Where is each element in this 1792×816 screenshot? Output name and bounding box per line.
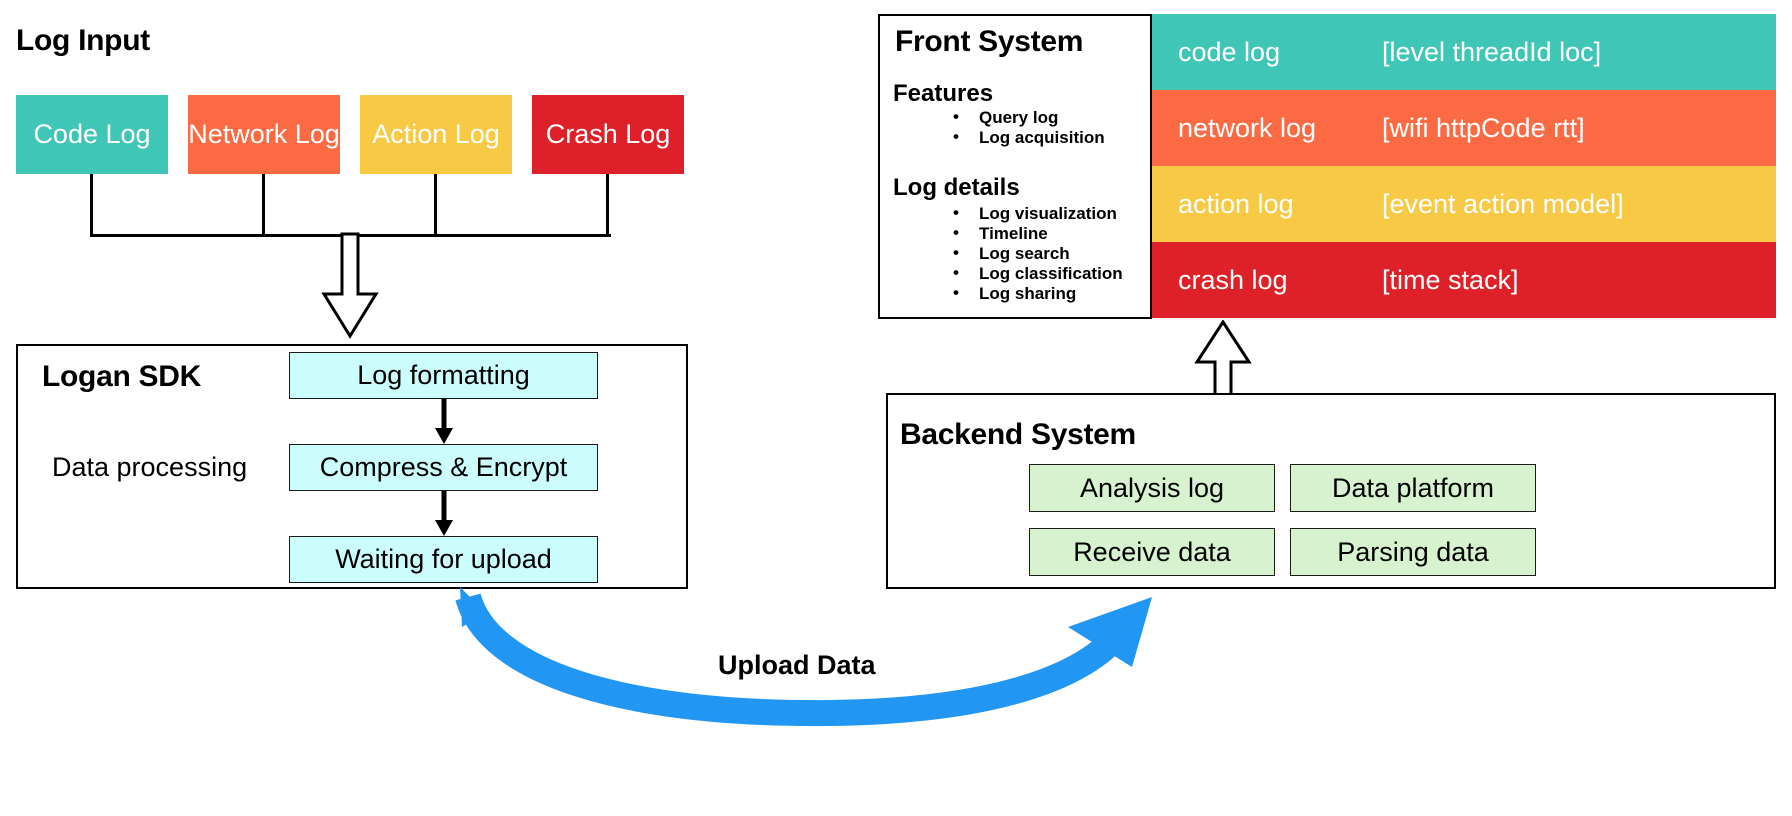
log-input-card-label: Crash Log bbox=[545, 119, 671, 149]
front-system-group-heading-log-details: Log details bbox=[893, 174, 1020, 201]
backend-box-label: Analysis log bbox=[1079, 472, 1225, 503]
log-row-tag: [time stack] bbox=[1382, 264, 1519, 295]
log-row-name: code log bbox=[1178, 36, 1281, 67]
logan-sdk-title: Logan SDK bbox=[42, 360, 201, 393]
backend-system-title: Backend System bbox=[900, 418, 1136, 451]
backend-box-label: Data platform bbox=[1331, 472, 1495, 503]
front-system-title: Front System bbox=[895, 25, 1084, 58]
front-system-log-row-action-log[interactable]: action log [event action model] bbox=[1152, 166, 1776, 242]
log-input-card-label: Action Log bbox=[372, 119, 500, 149]
front-system-log-row-code-log[interactable]: code log [level threadId loc] bbox=[1152, 14, 1776, 90]
log-row-tag: [event action model] bbox=[1382, 188, 1624, 219]
diagram-canvas: Log Input Code Log Network Log Action Lo… bbox=[0, 0, 1792, 816]
connector-line-crash bbox=[606, 174, 609, 236]
logan-step-label: Waiting for upload bbox=[335, 544, 552, 574]
connector-line-action bbox=[434, 174, 437, 236]
arrow-compress-to-waiting bbox=[435, 491, 453, 536]
backend-box-data-platform[interactable]: Data platform bbox=[1290, 464, 1536, 512]
list-item: Log visualization bbox=[953, 203, 1123, 224]
arrow-down-to-logan-sdk bbox=[321, 232, 379, 339]
front-system-log-row-crash-log[interactable]: crash log [time stack] bbox=[1152, 242, 1776, 318]
front-system-features-list: Query log Log acquisition bbox=[953, 107, 1105, 148]
log-input-card-label: Code Log bbox=[33, 119, 151, 149]
front-system-log-details-list: Log visualization Timeline Log search Lo… bbox=[953, 203, 1123, 304]
backend-box-receive-data[interactable]: Receive data bbox=[1029, 528, 1275, 576]
backend-box-analysis-log[interactable]: Analysis log bbox=[1029, 464, 1275, 512]
log-row-tag: [wifi httpCode rtt] bbox=[1382, 112, 1585, 143]
log-row-name: crash log bbox=[1178, 264, 1288, 295]
log-input-card-label: Network Log bbox=[188, 119, 340, 149]
list-item: Query log bbox=[953, 107, 1105, 128]
logan-step-label: Compress & Encrypt bbox=[319, 452, 568, 482]
backend-box-label: Receive data bbox=[1073, 536, 1231, 567]
logan-step-compress-encrypt[interactable]: Compress & Encrypt bbox=[289, 444, 598, 491]
log-input-card-action-log[interactable]: Action Log bbox=[360, 95, 512, 174]
connector-line-network bbox=[262, 174, 265, 236]
log-input-card-crash-log[interactable]: Crash Log bbox=[532, 95, 684, 174]
list-item: Log sharing bbox=[953, 283, 1123, 304]
log-row-name: action log bbox=[1178, 188, 1294, 219]
list-item: Log acquisition bbox=[953, 127, 1105, 148]
upload-data-label: Upload Data bbox=[718, 650, 876, 680]
logan-step-log-formatting[interactable]: Log formatting bbox=[289, 352, 598, 399]
backend-box-parsing-data[interactable]: Parsing data bbox=[1290, 528, 1536, 576]
log-input-card-code-log[interactable]: Code Log bbox=[16, 95, 168, 174]
list-item: Timeline bbox=[953, 223, 1123, 244]
front-system-log-row-network-log[interactable]: network log [wifi httpCode rtt] bbox=[1152, 90, 1776, 166]
arrow-formatting-to-compress bbox=[435, 399, 453, 444]
backend-box-label: Parsing data bbox=[1337, 536, 1489, 567]
logan-step-label: Log formatting bbox=[357, 360, 530, 390]
log-input-title: Log Input bbox=[16, 24, 150, 57]
connector-line-code bbox=[90, 174, 93, 236]
log-row-tag: [level threadId loc] bbox=[1382, 36, 1602, 67]
log-row-name: network log bbox=[1178, 112, 1317, 143]
logan-sdk-side-label: Data processing bbox=[52, 452, 248, 482]
front-system-group-heading-features: Features bbox=[893, 80, 994, 107]
list-item: Log search bbox=[953, 243, 1123, 264]
list-item: Log classification bbox=[953, 263, 1123, 284]
log-input-card-network-log[interactable]: Network Log bbox=[188, 95, 340, 174]
